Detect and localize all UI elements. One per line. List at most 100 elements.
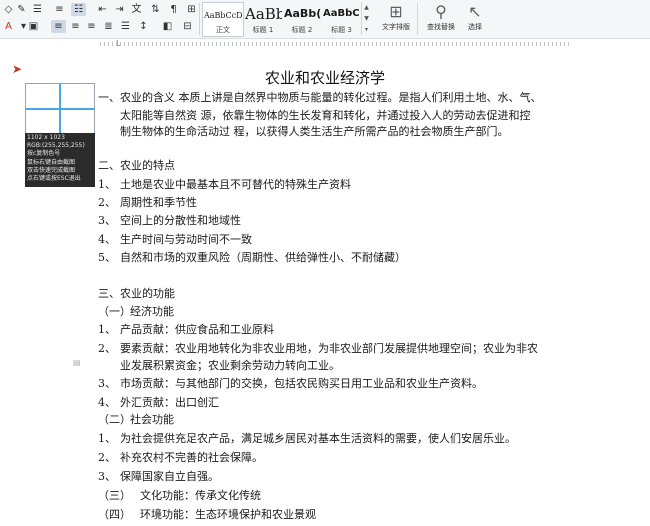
style-normal[interactable]: AaBbCcDd 正文 [202, 2, 244, 37]
list-number: 5、 [98, 251, 116, 264]
text-layout-label: 文字排版 [382, 23, 410, 31]
document-line[interactable]: 3、 空间上的分散性和地域性 [98, 214, 241, 228]
document-line[interactable]: 制生物体的生命活动过 程，以获得人类生活生产所需产品的社会物质生产部门。 [120, 125, 509, 139]
style-sample: AaBbC [323, 8, 360, 19]
style-sample: AaBb( [284, 7, 322, 20]
text-layout-button[interactable]: ⊞ 文字排版 [376, 2, 416, 32]
document-line[interactable]: 2、 要素贡献：农业用地转化为非农业用地，为非农业部门发展提供地理空间；农业为非农 [98, 342, 538, 356]
document-line[interactable]: 4、 生产时间与劳动时间不一致 [98, 233, 252, 247]
align-center-icon[interactable]: ≡ [68, 20, 83, 33]
list-number: 3、 [98, 214, 116, 227]
borders-icon[interactable]: ⊞ [184, 3, 199, 16]
chevron-up-icon[interactable]: ▲ [362, 2, 371, 13]
line-text: 生产时间与劳动时间不一致 [120, 233, 252, 246]
find-replace-button[interactable]: ⚲ 查找替换 [421, 2, 461, 32]
list-number: （二） [98, 413, 131, 426]
line-text: 经济功能 [130, 305, 174, 318]
style-label: 标题 1 [252, 26, 274, 34]
style-heading-3[interactable]: AaBbC 标题 3 [321, 2, 362, 37]
line-text: 补充农村不完善的社会保障。 [120, 451, 263, 464]
line-spacing-icon[interactable]: ↕ [136, 20, 151, 33]
line-text: 保障国家自立自强。 [120, 470, 219, 483]
line-text: 环境功能：生态环境保护和农业景观 [140, 508, 316, 521]
style-label: 标题 3 [331, 26, 352, 34]
format-painter-icon[interactable]: ✎ [14, 3, 29, 16]
expand-gallery-icon[interactable]: ▾ [362, 24, 371, 35]
justify-icon[interactable]: ≣ [101, 20, 116, 33]
capture-hint-esc: 点右键或按ESC退出 [27, 175, 81, 183]
line-text: 业发展积累资金；农业剩余劳动力转向工业。 [120, 359, 340, 372]
document-line[interactable]: 3、 市场贡献：与其他部门的交换，包括农民购买日用工业品和农业生产资料。 [98, 377, 483, 391]
style-heading-2[interactable]: AaBb( 标题 2 [282, 2, 322, 37]
line-text: 文化功能：传承文化传统 [140, 489, 261, 502]
line-text: 外汇贡献：出口创汇 [120, 396, 219, 409]
chevron-down-icon[interactable]: ▼ [362, 13, 371, 24]
capture-hint-dblclick: 双击快速完成截图 [27, 166, 76, 174]
list-number: 4、 [98, 396, 116, 409]
list-number: 2、 [98, 342, 116, 355]
document-line[interactable]: 一、农业的含义 本质上讲是自然界中物质与能量的转化过程。是指人们利用土地、水、气… [98, 91, 542, 105]
document-line[interactable]: 三、农业的功能 [98, 287, 175, 301]
document-line[interactable]: （四） 环境功能：生态环境保护和农业景观 [98, 508, 316, 522]
increase-indent-icon[interactable]: ⇥ [112, 3, 127, 16]
paragraph-anchor-icon[interactable]: ▤ [73, 358, 81, 367]
show-marks-icon[interactable]: ¶ [166, 3, 181, 16]
capture-hint-drag: 鼠标右键自由截图 [27, 158, 76, 166]
crosshair-vertical [59, 84, 61, 134]
select-button[interactable]: ↖ 选择 [461, 2, 489, 32]
capture-info-panel: 1102 x 1023 RGB:(255,255,255) 按c复制色号 鼠标右… [25, 133, 95, 187]
style-gallery-scroll[interactable]: ▲ ▼ ▾ [361, 2, 371, 35]
document-line[interactable]: （三） 文化功能：传承文化传统 [98, 489, 261, 503]
document-line[interactable]: 3、 保障国家自立自强。 [98, 470, 219, 484]
chinese-layout-icon[interactable]: 文 [129, 3, 144, 16]
align-left-icon[interactable]: ≡ [51, 20, 66, 33]
find-replace-label: 查找替换 [427, 23, 455, 31]
select-label: 选择 [468, 23, 482, 31]
line-text: 制生物体的生命活动过 程，以获得人类生活生产所需产品的社会物质生产部门。 [120, 125, 509, 138]
line-text: 为社会提供充足农产品，满足城乡居民对基本生活资料的需要，使人们安居乐业。 [120, 432, 516, 445]
line-text: 自然和市场的双重风险（周期性、供给弹性小、不耐储藏） [120, 251, 406, 264]
list-number: 1、 [98, 323, 116, 336]
line-text: 一、农业的含义 本质上讲是自然界中物质与能量的转化过程。是指人们利用土地、水、气… [98, 91, 542, 104]
pointer-icon: ↖ [468, 2, 482, 21]
numbered-list-icon[interactable]: ≡ [52, 3, 67, 16]
document-line[interactable]: 二、农业的特点 [98, 159, 175, 173]
search-icon: ⚲ [435, 2, 447, 21]
list-number: 3、 [98, 470, 116, 483]
list-number: 4、 [98, 233, 116, 246]
horizontal-ruler[interactable]: L [0, 39, 650, 48]
table-borders-icon[interactable]: ⊟ [180, 20, 195, 33]
document-line[interactable]: 1、 为社会提供充足农产品，满足城乡居民对基本生活资料的需要，使人们安居乐业。 [98, 432, 516, 446]
sort-icon[interactable]: ⇅ [148, 3, 163, 16]
list-number: （四） [98, 508, 131, 521]
capture-magnifier [25, 83, 95, 135]
document-line[interactable]: （二）社会功能 [98, 413, 174, 427]
ribbon-toolbar: ◇ ✎ ☰ ≡ ☷ ⇤ ⇥ 文 ⇅ ¶ ⊞ A ▾ ▣ ≡ ≡ ≡ ≣ ☰ ↕ … [0, 0, 650, 39]
document-line[interactable]: 4、 外汇贡献：出口创汇 [98, 396, 219, 410]
shading-icon[interactable]: ◧ [160, 20, 175, 33]
style-heading-1[interactable]: AaBb 标题 1 [243, 2, 283, 37]
bullet-list-icon[interactable]: ☰ [30, 3, 45, 16]
char-border-icon[interactable]: ▣ [26, 20, 41, 33]
capture-hint-copy: 按c复制色号 [27, 150, 61, 158]
line-text: 空间上的分散性和地域性 [120, 214, 241, 227]
document-line[interactable]: （一）经济功能 [98, 305, 174, 319]
decrease-indent-icon[interactable]: ⇤ [95, 3, 110, 16]
document-line[interactable]: 2、 周期性和季节性 [98, 196, 197, 210]
line-text: 土地是农业中最基本且不可替代的特殊生产资料 [120, 178, 351, 191]
multilevel-list-icon[interactable]: ☷ [71, 3, 86, 16]
style-sample: AaBbCcDd [204, 11, 244, 20]
document-line[interactable]: 1、 产品贡献：供应食品和工业原料 [98, 323, 274, 337]
document-line[interactable]: 1、 土地是农业中最基本且不可替代的特殊生产资料 [98, 178, 351, 192]
distributed-icon[interactable]: ☰ [118, 20, 133, 33]
line-text: 社会功能 [130, 413, 174, 426]
divider [199, 3, 200, 35]
document-line[interactable]: 太阳能等自然资 源，依靠生物体的生长发育和转化，并通过投入人的劳动去促进和控 [120, 109, 531, 123]
font-color-icon[interactable]: A [1, 20, 16, 33]
document-line[interactable]: 5、 自然和市场的双重风险（周期性、供给弹性小、不耐储藏） [98, 251, 406, 265]
document-line[interactable]: 业发展积累资金；农业剩余劳动力转向工业。 [120, 359, 340, 373]
align-right-icon[interactable]: ≡ [84, 20, 99, 33]
document-title[interactable]: 农业和农业经济学 [0, 67, 650, 88]
document-line[interactable]: 2、 补充农村不完善的社会保障。 [98, 451, 263, 465]
style-label: 正文 [216, 26, 230, 34]
